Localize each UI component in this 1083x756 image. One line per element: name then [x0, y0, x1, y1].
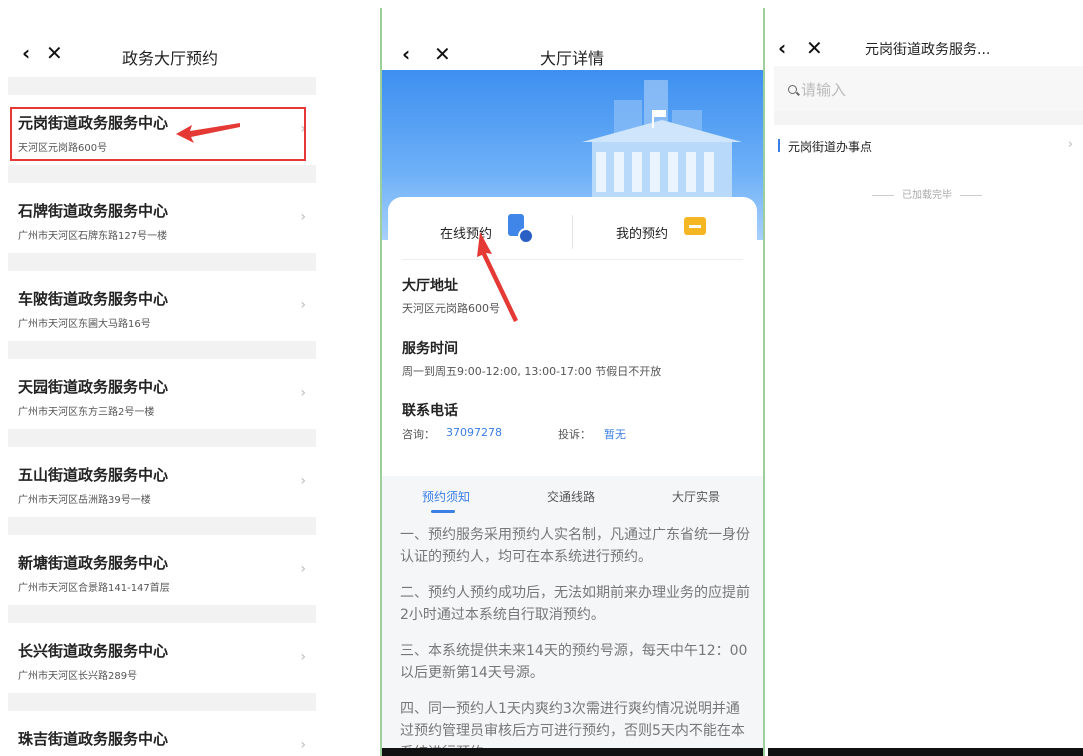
divider: [8, 693, 316, 711]
top-nav: ‹ ✕ 大厅详情: [382, 8, 763, 70]
list-item[interactable]: 石牌街道政务服务中心 广州市天河区石牌东路127号一楼 ›: [8, 183, 316, 253]
divider: [8, 165, 316, 183]
service-point-screen: ‹ ✕ 元岗街道政务服务... 请输入 元岗街道办事点 › 已加载完毕: [768, 0, 1083, 756]
complaint-value: 暂无: [604, 428, 626, 441]
divider: [572, 215, 573, 249]
phone-label: 联系电话: [402, 403, 458, 419]
hours-label: 服务时间: [402, 341, 458, 357]
hall-address: 广州市天河区东方三路2号一楼: [18, 407, 155, 418]
chevron-right-icon: ›: [300, 473, 306, 489]
hall-list-screen: ‹ ✕ 政务大厅预约 元岗街道政务服务中心 天河区元岗路600号 › 石牌街道政…: [0, 0, 316, 756]
hall-address: 广州市天河区岳洲路39号一楼: [18, 495, 151, 506]
hall-name: 珠吉街道政务服务中心: [18, 730, 169, 748]
back-icon[interactable]: ‹: [402, 44, 410, 64]
list-item[interactable]: 天园街道政务服务中心 广州市天河区东方三路2号一楼 ›: [8, 359, 316, 429]
chevron-right-icon: ›: [300, 561, 306, 577]
top-nav: ‹ ✕ 元岗街道政务服务...: [768, 0, 1083, 66]
consult-label: 咨询：: [402, 428, 435, 441]
page-title: 大厅详情: [540, 49, 605, 68]
hall-address: 广州市天河区东圃大马路16号: [18, 319, 151, 330]
divider: [8, 253, 316, 271]
chevron-right-icon: ›: [300, 209, 306, 225]
divider: [8, 341, 316, 359]
hall-address: 广州市天河区长兴路289号: [18, 671, 138, 682]
accent-bar: [778, 139, 780, 152]
search-placeholder: 请输入: [801, 81, 847, 99]
hall-name: 车陂街道政务服务中心: [18, 290, 169, 308]
home-indicator-bar: [768, 748, 1083, 756]
divider: [8, 605, 316, 623]
hall-info-card: 在线预约 我的预约 大厅地址 天河区元岗路600号 服务时间 周一到周五9:00…: [388, 197, 757, 487]
notice-paragraph: 一、预约服务采用预约人实名制，凡通过广东省统一身份认证的预约人，均可在本系统进行…: [400, 527, 750, 565]
divider: [774, 111, 1083, 125]
list-item[interactable]: 珠吉街道政务服务中心 ›: [8, 711, 316, 756]
list-item[interactable]: 元岗街道办事点 ›: [774, 125, 1083, 167]
service-point-name: 元岗街道办事点: [788, 140, 873, 154]
search-input[interactable]: 请输入: [774, 66, 1083, 111]
close-icon[interactable]: ✕: [806, 38, 823, 58]
list-item[interactable]: 新塘街道政务服务中心 广州市天河区合景路141-147首层 ›: [8, 535, 316, 605]
back-icon[interactable]: ‹: [22, 43, 30, 63]
screenshot-stage: ‹ ✕ 政务大厅预约 元岗街道政务服务中心 天河区元岗路600号 › 石牌街道政…: [0, 0, 1083, 756]
back-icon[interactable]: ‹: [778, 38, 786, 58]
search-icon: [788, 85, 797, 94]
arrow-annotation-icon: [477, 232, 518, 322]
hall-list: 元岗街道政务服务中心 天河区元岗路600号 › 石牌街道政务服务中心 广州市天河…: [8, 77, 316, 756]
address-label: 大厅地址: [402, 278, 458, 294]
consult-phone-link[interactable]: 37097278: [446, 426, 502, 439]
info-tabs-section: 预约须知 交通线路 大厅实景 一、预约服务采用预约人实名制，凡通过广东省统一身份…: [382, 476, 763, 756]
tab-hall-photos[interactable]: 大厅实景: [672, 488, 720, 505]
active-tab-indicator: [431, 510, 455, 513]
arrow-annotation-icon: [176, 123, 240, 143]
calendar-icon[interactable]: [684, 217, 706, 235]
chevron-right-icon: ›: [1067, 137, 1073, 152]
my-booking-button[interactable]: 我的预约: [616, 223, 668, 242]
hall-name: 长兴街道政务服务中心: [18, 642, 169, 660]
page-title: 政务大厅预约: [122, 49, 219, 68]
hall-address: 广州市天河区合景路141-147首层: [18, 583, 170, 594]
page-title: 元岗街道政务服务...: [865, 42, 991, 58]
highlight-box: [10, 107, 306, 161]
notice-paragraph: 二、预约人预约成功后，无法如期前来办理业务的应提前2小时通过本系统自行取消预约。: [400, 585, 750, 623]
divider: [8, 429, 316, 447]
list-item[interactable]: 车陂街道政务服务中心 广州市天河区东圃大马路16号 ›: [8, 271, 316, 341]
load-complete-text: 已加载完毕: [864, 186, 990, 201]
divider: [8, 517, 316, 535]
complaint-label: 投诉：: [558, 428, 591, 441]
chevron-right-icon: ›: [300, 649, 306, 665]
home-indicator-bar: [382, 748, 763, 756]
divider: [8, 77, 316, 95]
hall-name: 新塘街道政务服务中心: [18, 554, 169, 572]
hall-detail-screen: ‹ ✕ 大厅详情 在线预约 我的预约 大厅地址 天河区元岗路600号 服务时间 …: [380, 8, 765, 756]
tab-transport[interactable]: 交通线路: [547, 488, 595, 505]
hall-name: 五山街道政务服务中心: [18, 466, 169, 484]
chevron-right-icon: ›: [300, 297, 306, 313]
close-icon[interactable]: ✕: [46, 43, 63, 63]
chevron-right-icon: ›: [300, 737, 306, 753]
list-item[interactable]: 五山街道政务服务中心 广州市天河区岳洲路39号一楼 ›: [8, 447, 316, 517]
divider: [402, 259, 743, 260]
top-nav: ‹ ✕ 政务大厅预约: [0, 0, 316, 68]
hall-name: 石牌街道政务服务中心: [18, 202, 169, 220]
chevron-right-icon: ›: [300, 385, 306, 401]
close-icon[interactable]: ✕: [434, 44, 451, 64]
hall-address: 广州市天河区石牌东路127号一楼: [18, 231, 168, 242]
notice-paragraph: 三、本系统提供未来14天的预约号源，每天中午12：00以后更新第14天号源。: [400, 643, 748, 681]
list-item[interactable]: 长兴街道政务服务中心 广州市天河区长兴路289号 ›: [8, 623, 316, 693]
hall-name: 天园街道政务服务中心: [18, 378, 169, 396]
hours-value: 周一到周五9:00-12:00, 13:00-17:00 节假日不开放: [402, 365, 662, 378]
tab-booking-notice[interactable]: 预约须知: [422, 488, 470, 505]
